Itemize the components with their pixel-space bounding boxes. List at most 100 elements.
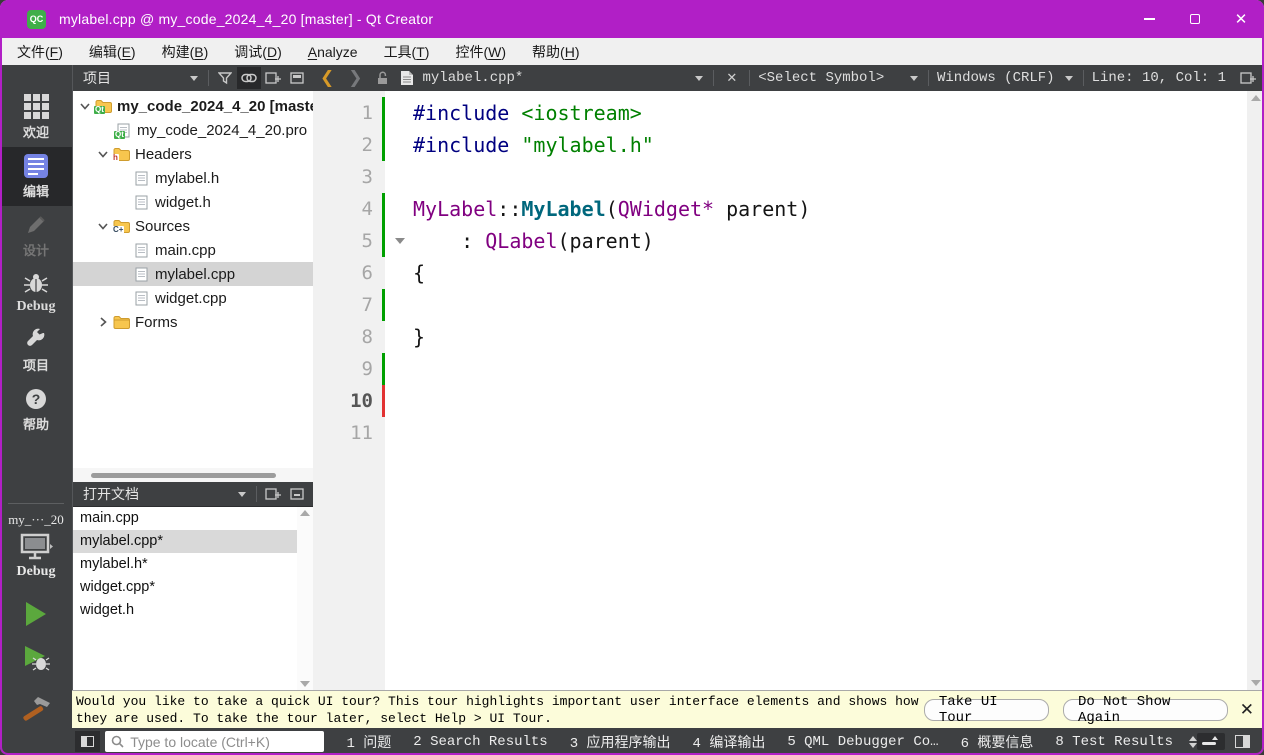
toggle-progress-details-button[interactable] xyxy=(1197,733,1225,750)
toggle-right-sidebar-button[interactable] xyxy=(1235,735,1250,748)
menu-bar: 文件(F) 编辑(E) 构建(B) 调试(D) Analyze 工具(T) 控件… xyxy=(0,38,1264,65)
code-line: 10 xyxy=(313,385,1247,417)
code-line: 4 MyLabel::MyLabel(QWidget* parent) xyxy=(313,193,1247,225)
maximize-button[interactable] xyxy=(1172,0,1218,38)
fold-arrow-icon[interactable] xyxy=(395,238,405,244)
menu-build[interactable]: 构建(B) xyxy=(149,38,222,65)
output-pane-menu-icon[interactable] xyxy=(1189,736,1197,748)
menu-help[interactable]: 帮助(H) xyxy=(519,38,592,65)
output-pane-search-results[interactable]: 2 Search Results xyxy=(413,734,547,750)
doc-item-main-cpp[interactable]: main.cpp xyxy=(73,507,297,530)
title-bar: QC mylabel.cpp @ my_code_2024_4_20 [mast… xyxy=(0,0,1264,38)
code-line: 7 xyxy=(313,289,1247,321)
go-back-button[interactable]: ❮ xyxy=(313,68,341,88)
monitor-icon xyxy=(19,532,53,562)
split-editor-button[interactable] xyxy=(1236,67,1260,89)
take-ui-tour-button[interactable]: Take UI Tour xyxy=(924,699,1049,721)
mode-edit[interactable]: 编辑 xyxy=(0,147,72,206)
output-pane-application-output[interactable]: 3 应用程序输出 xyxy=(570,732,671,752)
output-pane-test-results[interactable]: 8 Test Results xyxy=(1055,734,1173,750)
go-forward-button[interactable]: ❯ xyxy=(341,68,369,88)
close-button[interactable]: ✕ xyxy=(1218,0,1264,38)
scroll-down-icon[interactable] xyxy=(1251,680,1261,686)
minimize-button[interactable] xyxy=(1126,0,1172,38)
doc-item-mylabel-cpp[interactable]: mylabel.cpp* xyxy=(73,530,297,553)
doc-item-mylabel-h[interactable]: mylabel.h* xyxy=(73,553,297,576)
mode-debug[interactable]: Debug xyxy=(0,265,72,321)
editor-scrollbar[interactable] xyxy=(1247,91,1264,690)
tree-item-project-root[interactable]: Qt my_code_2024_4_20 [master] xyxy=(73,94,313,118)
tree-item-mylabel-cpp[interactable]: mylabel.cpp xyxy=(73,262,313,286)
filter-button[interactable] xyxy=(213,67,237,89)
code-line: 5 : QLabel(parent) xyxy=(313,225,1247,257)
mode-design: 设计 xyxy=(0,206,72,265)
sync-with-editor-button[interactable] xyxy=(237,67,261,89)
code-line: 1 #include <iostream> xyxy=(313,97,1247,129)
document-icon xyxy=(400,70,414,86)
pane-dropdown-icon[interactable] xyxy=(190,76,198,81)
current-document-name[interactable]: mylabel.cpp* xyxy=(419,70,528,86)
menu-edit[interactable]: 编辑(E) xyxy=(76,38,149,65)
projects-pane-title[interactable]: 项目 xyxy=(83,68,184,88)
output-pane-qml-debugger[interactable]: 5 QML Debugger Co… xyxy=(787,734,938,750)
scroll-up-icon[interactable] xyxy=(300,510,310,516)
tree-horizontal-scrollbar[interactable] xyxy=(73,468,313,482)
docs-scrollbar[interactable] xyxy=(297,507,313,690)
build-button[interactable] xyxy=(20,693,52,728)
code-editor[interactable]: 1 #include <iostream> 2 #include "mylabe… xyxy=(313,91,1264,690)
tree-item-main-cpp[interactable]: main.cpp xyxy=(73,238,313,262)
tree-item-sources[interactable]: C+ Sources xyxy=(73,214,313,238)
navigation-pane: 项目 xyxy=(72,65,313,690)
mode-help[interactable]: ? 帮助 xyxy=(0,380,72,439)
mode-projects[interactable]: 项目 xyxy=(0,321,72,380)
chevron-down-icon[interactable] xyxy=(77,103,93,110)
menu-analyze[interactable]: Analyze xyxy=(295,38,371,65)
menu-file[interactable]: 文件(F) xyxy=(4,38,76,65)
link-icon xyxy=(241,73,257,83)
do-not-show-again-button[interactable]: Do Not Show Again xyxy=(1063,699,1228,721)
split-icon xyxy=(265,488,281,500)
tree-item-widget-h[interactable]: widget.h xyxy=(73,190,313,214)
tree-item-pro-file[interactable]: Qt my_code_2024_4_20.pro xyxy=(73,118,313,142)
chevron-right-icon[interactable] xyxy=(95,317,111,327)
line-ending-selector[interactable]: Windows (CRLF) xyxy=(933,70,1059,86)
close-pane-button[interactable] xyxy=(285,67,309,89)
close-pane-button[interactable] xyxy=(285,483,309,505)
document-dropdown-icon[interactable] xyxy=(695,76,703,81)
doc-item-widget-h[interactable]: widget.h xyxy=(73,599,297,622)
menu-debug[interactable]: 调试(D) xyxy=(221,38,294,65)
pane-dropdown-icon[interactable] xyxy=(238,492,246,497)
split-pane-button[interactable] xyxy=(261,67,285,89)
locator-input[interactable] xyxy=(128,733,318,751)
symbol-selector[interactable]: <Select Symbol> xyxy=(754,70,924,86)
line-ending-dropdown-icon[interactable] xyxy=(1065,76,1073,81)
mode-welcome[interactable]: 欢迎 xyxy=(0,87,72,147)
close-document-button[interactable]: ✕ xyxy=(718,71,745,86)
close-notification-icon[interactable]: ✕ xyxy=(1240,700,1254,720)
output-pane-issues[interactable]: 1 问题 xyxy=(346,732,391,752)
open-documents-title[interactable]: 打开文档 xyxy=(83,484,232,504)
scroll-down-icon[interactable] xyxy=(300,681,310,687)
status-bar: 1 问题 2 Search Results 3 应用程序输出 4 编译输出 5 … xyxy=(72,728,1264,755)
output-pane-summary[interactable]: 6 概要信息 xyxy=(961,732,1034,752)
kit-selector[interactable] xyxy=(19,532,53,562)
tree-item-forms[interactable]: Forms xyxy=(73,310,313,334)
split-pane-button[interactable] xyxy=(261,483,285,505)
tree-item-mylabel-h[interactable]: mylabel.h xyxy=(73,166,313,190)
edit-document-icon xyxy=(24,154,48,178)
menu-tools[interactable]: 工具(T) xyxy=(371,38,443,65)
tree-item-widget-cpp[interactable]: widget.cpp xyxy=(73,286,313,310)
scrollbar-thumb[interactable] xyxy=(91,473,276,478)
chevron-down-icon[interactable] xyxy=(95,223,111,230)
search-icon xyxy=(111,735,124,748)
scroll-up-icon[interactable] xyxy=(1251,95,1261,101)
tree-item-headers[interactable]: h Headers xyxy=(73,142,313,166)
run-button[interactable] xyxy=(26,602,46,626)
chevron-down-icon[interactable] xyxy=(95,151,111,158)
debug-run-button[interactable] xyxy=(21,644,51,677)
menu-window[interactable]: 控件(W) xyxy=(442,38,519,65)
lock-icon[interactable] xyxy=(376,71,389,85)
output-pane-compile-output[interactable]: 4 编译输出 xyxy=(693,732,766,752)
doc-item-widget-cpp[interactable]: widget.cpp* xyxy=(73,576,297,599)
toggle-left-sidebar-button[interactable] xyxy=(75,731,100,752)
